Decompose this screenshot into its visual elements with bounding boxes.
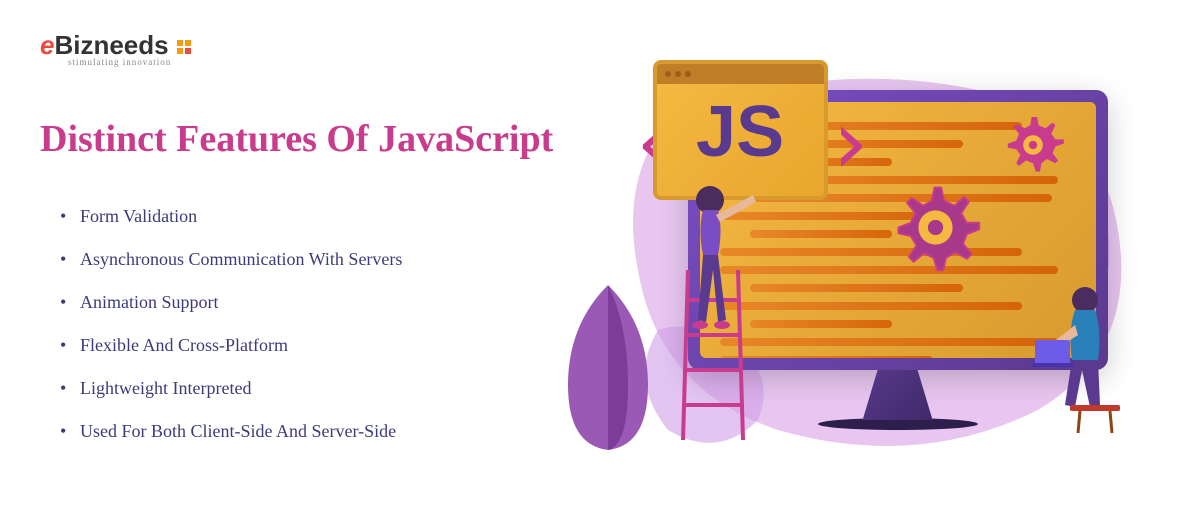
logo-name: Bizneeds [54, 30, 168, 60]
js-badge: JS [653, 60, 828, 200]
feature-item: Animation Support [60, 292, 578, 313]
gear-icon [888, 180, 983, 275]
page-title: Distinct Features Of JavaScript [40, 117, 578, 161]
features-list: Form Validation Asynchronous Communicati… [40, 206, 578, 442]
leaf-decoration [548, 275, 668, 455]
gear-icon [998, 110, 1068, 180]
feature-item: Used For Both Client-Side And Server-Sid… [60, 421, 578, 442]
feature-item: Asynchronous Communication With Servers [60, 249, 578, 270]
person-with-laptop [1020, 275, 1140, 435]
logo-prefix: e [40, 30, 54, 60]
illustration-section: ‹ › JS [578, 20, 1160, 485]
person-on-ladder [668, 180, 768, 430]
logo: eBizneeds stimulating innovation [40, 30, 578, 67]
js-label: JS [657, 96, 824, 168]
bracket-right-icon: › [823, 90, 877, 195]
content-section: eBizneeds stimulating innovation Distinc… [40, 20, 578, 485]
feature-item: Form Validation [60, 206, 578, 227]
feature-item: Flexible And Cross-Platform [60, 335, 578, 356]
logo-icon [177, 40, 191, 54]
feature-item: Lightweight Interpreted [60, 378, 578, 399]
